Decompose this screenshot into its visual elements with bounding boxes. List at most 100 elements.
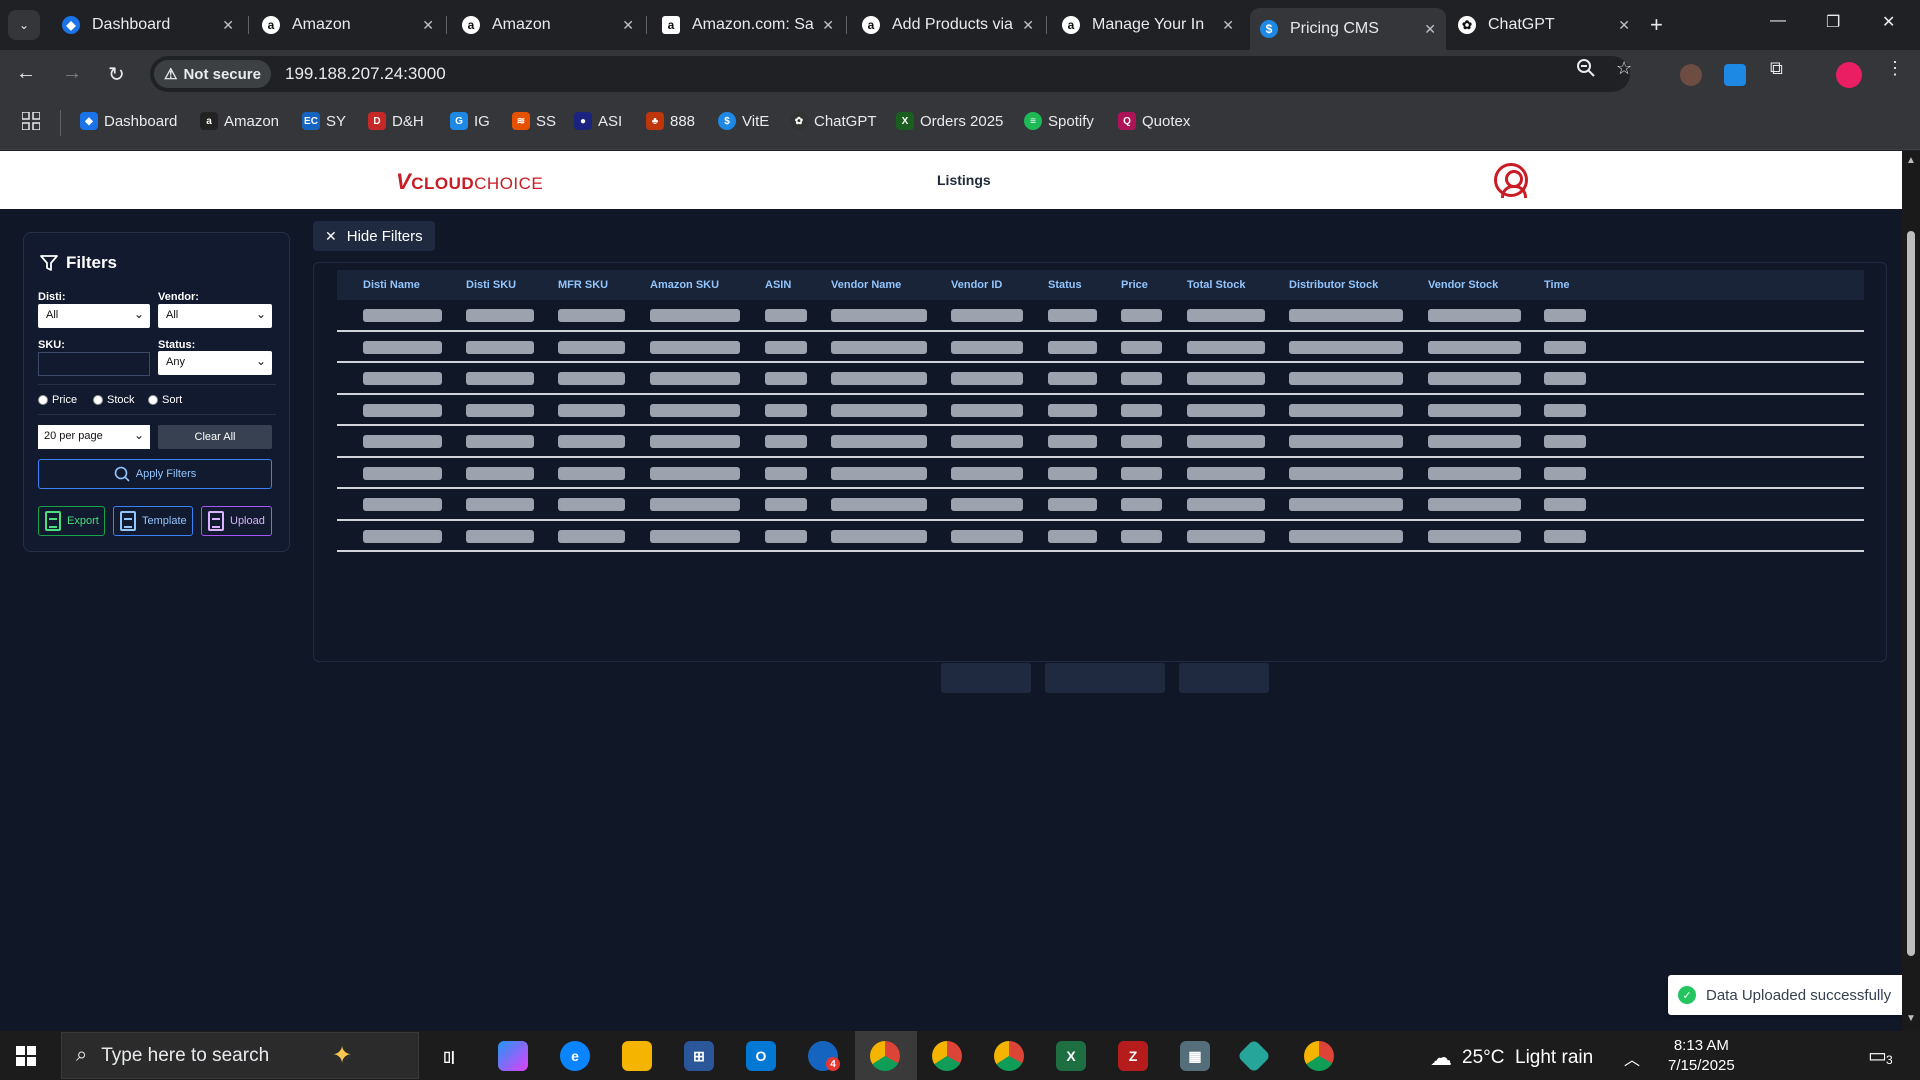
nav-listings-link[interactable]: Listings: [937, 172, 991, 188]
extension-feather-icon[interactable]: [1680, 64, 1702, 86]
per-page-select[interactable]: 20 per page ⌄: [38, 425, 150, 449]
weather-widget[interactable]: ☁ 25°C Light rain: [1430, 1045, 1593, 1071]
close-tab-icon[interactable]: ✕: [622, 17, 634, 34]
bookmark-asi[interactable]: ● ASI: [574, 112, 622, 130]
windows-start-icon[interactable]: [16, 1046, 36, 1066]
outlook-icon[interactable]: O: [746, 1041, 776, 1071]
extension-blue-icon[interactable]: [1724, 64, 1746, 86]
bookmark-quotex[interactable]: Q Quotex: [1118, 112, 1190, 130]
tab-manage-inventory[interactable]: a Manage Your In ✕: [1052, 8, 1244, 42]
column-header[interactable]: MFR SKU: [558, 279, 608, 291]
sku-input[interactable]: [38, 352, 150, 376]
window-close-icon[interactable]: ✕: [1882, 12, 1895, 32]
copilot-icon[interactable]: [498, 1041, 528, 1071]
bookmark-dh[interactable]: D D&H: [368, 112, 424, 130]
column-header[interactable]: Vendor Stock: [1428, 279, 1498, 291]
mail-app-icon[interactable]: 4: [808, 1041, 840, 1071]
tab-amazon-1[interactable]: a Amazon ✕: [252, 8, 444, 42]
page-scrollbar[interactable]: ▲ ▼: [1902, 151, 1920, 1031]
close-tab-icon[interactable]: ✕: [222, 17, 234, 34]
bookmark-sy[interactable]: EC SY: [302, 112, 346, 130]
filezilla-icon[interactable]: Z: [1118, 1041, 1148, 1071]
bookmark-888[interactable]: ♣ 888: [646, 112, 695, 130]
close-tab-icon[interactable]: ✕: [1222, 17, 1234, 34]
tab-chatgpt[interactable]: ✿ ChatGPT ✕: [1448, 8, 1640, 42]
address-bar[interactable]: ⚠ Not secure 199.188.207.24:3000: [150, 56, 1630, 92]
sort-radio-stock[interactable]: Stock: [93, 394, 135, 406]
vendor-select[interactable]: All ⌄: [158, 304, 272, 328]
bookmark-dashboard[interactable]: ◆ Dashboard: [80, 112, 177, 130]
tab-amazon-2[interactable]: a Amazon ✕: [452, 8, 644, 42]
not-secure-chip[interactable]: ⚠ Not secure: [154, 60, 271, 88]
file-explorer-icon[interactable]: [622, 1041, 652, 1071]
bookmark-vite[interactable]: $ VitE: [718, 112, 769, 130]
user-account-icon[interactable]: [1494, 163, 1528, 198]
tab-amazon-com[interactable]: a Amazon.com: Sa ✕: [652, 8, 844, 42]
microsoft-store-icon[interactable]: ⊞: [684, 1041, 714, 1071]
status-select[interactable]: Any ⌄: [158, 351, 272, 375]
template-button[interactable]: Template: [113, 506, 193, 536]
export-button[interactable]: Export: [38, 506, 105, 536]
app-diamond-icon[interactable]: [1237, 1039, 1271, 1073]
vcloudchoice-logo[interactable]: VCLOUDCHOICE: [396, 169, 543, 195]
chrome-profile-2-icon[interactable]: [932, 1041, 962, 1071]
sort-radio-sort[interactable]: Sort: [148, 394, 182, 406]
zoom-icon[interactable]: [1576, 58, 1596, 83]
clear-all-button[interactable]: Clear All: [158, 425, 272, 449]
scrollbar-thumb[interactable]: [1907, 231, 1915, 956]
column-header[interactable]: Disti SKU: [466, 279, 516, 291]
tab-pricing-cms[interactable]: $ Pricing CMS ✕: [1250, 8, 1446, 50]
bookmark-ig[interactable]: G IG: [450, 112, 490, 130]
close-tab-icon[interactable]: ✕: [1618, 17, 1630, 34]
column-header[interactable]: Total Stock: [1187, 279, 1245, 291]
sort-radio-price[interactable]: Price: [38, 394, 77, 406]
pagination-next-placeholder[interactable]: [1179, 663, 1269, 693]
task-view-icon[interactable]: ▯|: [434, 1041, 464, 1071]
pagination-prev-placeholder[interactable]: [941, 663, 1031, 693]
url-text[interactable]: 199.188.207.24:3000: [285, 64, 446, 84]
bookmark-ss[interactable]: ≋ SS: [512, 112, 556, 130]
scroll-up-icon[interactable]: ▲: [1906, 155, 1916, 166]
close-tab-icon[interactable]: ✕: [822, 17, 834, 34]
tab-add-products[interactable]: a Add Products via ✕: [852, 8, 1044, 42]
column-header[interactable]: Price: [1121, 279, 1148, 291]
column-header[interactable]: Distributor Stock: [1289, 279, 1378, 291]
calculator-icon[interactable]: ▦: [1180, 1041, 1210, 1071]
upload-button[interactable]: Upload: [201, 506, 272, 536]
bookmark-orders-2025[interactable]: X Orders 2025: [896, 112, 1003, 130]
extensions-puzzle-icon[interactable]: ⧉: [1770, 58, 1783, 79]
reload-icon[interactable]: ↻: [108, 62, 125, 87]
close-tab-icon[interactable]: ✕: [422, 17, 434, 34]
apps-grid-icon[interactable]: [22, 112, 40, 130]
chrome-icon[interactable]: [1304, 1041, 1334, 1071]
column-header[interactable]: Time: [1544, 279, 1569, 291]
apply-filters-button[interactable]: Apply Filters: [38, 459, 272, 489]
column-header[interactable]: ASIN: [765, 279, 791, 291]
tab-search-dropdown-icon[interactable]: ⌄: [8, 10, 40, 40]
bookmark-amazon[interactable]: a Amazon: [200, 112, 279, 130]
column-header[interactable]: Disti Name: [363, 279, 420, 291]
close-tab-icon[interactable]: ✕: [1022, 17, 1034, 34]
taskbar-clock[interactable]: 8:13 AM 7/15/2025: [1668, 1036, 1735, 1076]
chrome-profile-3-icon[interactable]: [994, 1041, 1024, 1071]
column-header[interactable]: Amazon SKU: [650, 279, 719, 291]
profile-avatar[interactable]: [1836, 62, 1862, 88]
bookmark-chatgpt[interactable]: ✿ ChatGPT: [790, 112, 877, 130]
hide-filters-button[interactable]: ✕ Hide Filters: [313, 221, 435, 251]
back-icon[interactable]: ←: [16, 62, 36, 85]
column-header[interactable]: Vendor Name: [831, 279, 901, 291]
tab-dashboard[interactable]: ◆ Dashboard ✕: [52, 8, 244, 42]
minimize-icon[interactable]: —: [1770, 12, 1786, 30]
disti-select[interactable]: All ⌄: [38, 304, 150, 328]
kebab-menu-icon[interactable]: ⋮: [1886, 58, 1904, 79]
column-header[interactable]: Vendor ID: [951, 279, 1002, 291]
show-hidden-icons-chevron-icon[interactable]: ︿: [1624, 1046, 1640, 1070]
bookmark-spotify[interactable]: ≡ Spotify: [1024, 112, 1094, 130]
column-header[interactable]: Status: [1048, 279, 1082, 291]
notification-center-icon[interactable]: ▭ 3: [1868, 1043, 1893, 1068]
new-tab-plus-icon[interactable]: +: [1650, 12, 1663, 38]
edge-icon[interactable]: e: [560, 1041, 590, 1071]
bookmark-star-icon[interactable]: ☆: [1616, 58, 1632, 79]
scroll-down-icon[interactable]: ▼: [1906, 1013, 1916, 1024]
forward-icon[interactable]: →: [62, 62, 82, 85]
